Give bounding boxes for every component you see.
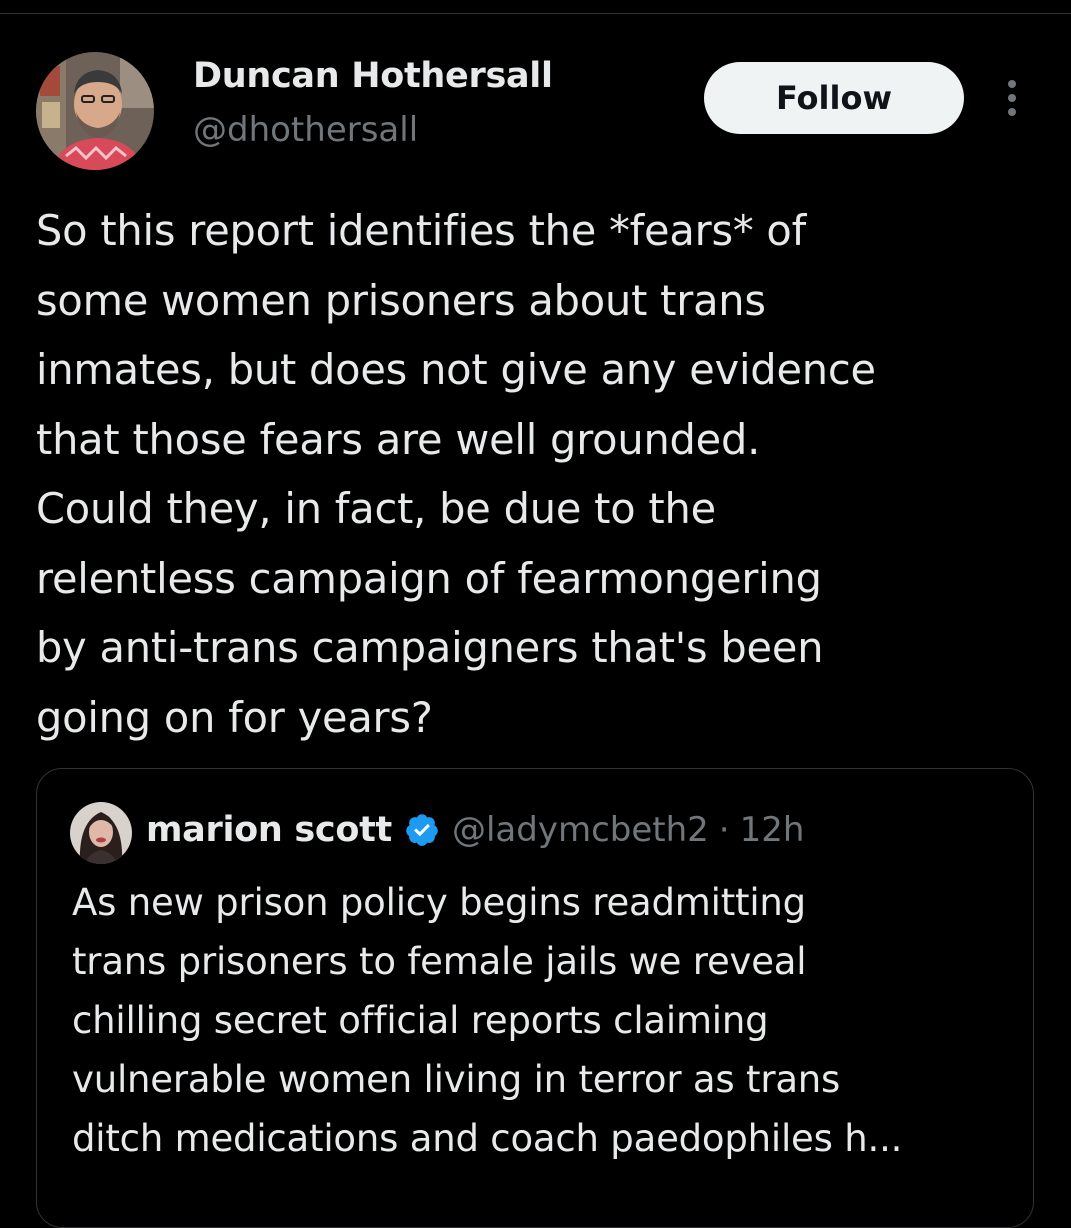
quoted-text-line: chilling secret official reports claimin… <box>72 999 769 1042</box>
separator-dot: · <box>718 810 730 850</box>
person-photo-icon <box>36 52 154 170</box>
quoted-tweet-time[interactable]: 12h <box>740 810 805 850</box>
quoted-tweet-text: As new prison policy begins readmitting … <box>72 873 1022 1168</box>
tweet-text: So this report identifies the *fears* of… <box>36 196 1036 752</box>
quoted-author-avatar[interactable] <box>70 802 132 864</box>
more-vertical-icon[interactable] <box>998 74 1026 122</box>
author-handle[interactable]: @dhothersall <box>193 110 418 150</box>
verified-badge-icon <box>404 812 440 848</box>
quoted-author-handle[interactable]: @ladymcbeth2 <box>452 810 709 850</box>
tweet-text-line: inmates, but does not give any evidence <box>36 345 876 394</box>
quoted-text-line: As new prison policy begins readmitting <box>72 881 806 924</box>
tweet-text-line: going on for years? <box>36 692 433 742</box>
top-divider <box>0 13 1071 14</box>
quoted-tweet-header: marion scott @ladymcbeth2 · 12h <box>146 808 804 852</box>
tweet-text-line: relentless campaign of fearmongering <box>36 553 822 603</box>
quoted-text-line: ditch medications and coach paedophiles … <box>72 1117 903 1160</box>
tweet-text-line: some women prisoners about trans <box>36 275 766 325</box>
person-photo-icon <box>70 802 132 864</box>
tweet-text-line: So this report identifies the *fears* of <box>36 206 807 255</box>
quoted-text-line: vulnerable women living in terror as tra… <box>72 1058 841 1101</box>
author-avatar[interactable] <box>36 52 154 170</box>
tweet-text-line: Could they, in fact, be due to the <box>36 484 716 533</box>
follow-button[interactable]: Follow <box>704 62 964 134</box>
tweet-text-line: that those fears are well grounded. <box>36 414 761 464</box>
quoted-author-name[interactable]: marion scott <box>146 810 392 850</box>
tweet-text-line: by anti-trans campaigners that's been <box>36 623 824 672</box>
author-name[interactable]: Duncan Hothersall <box>193 56 553 96</box>
quoted-text-line: trans prisoners to female jails we revea… <box>72 940 807 983</box>
